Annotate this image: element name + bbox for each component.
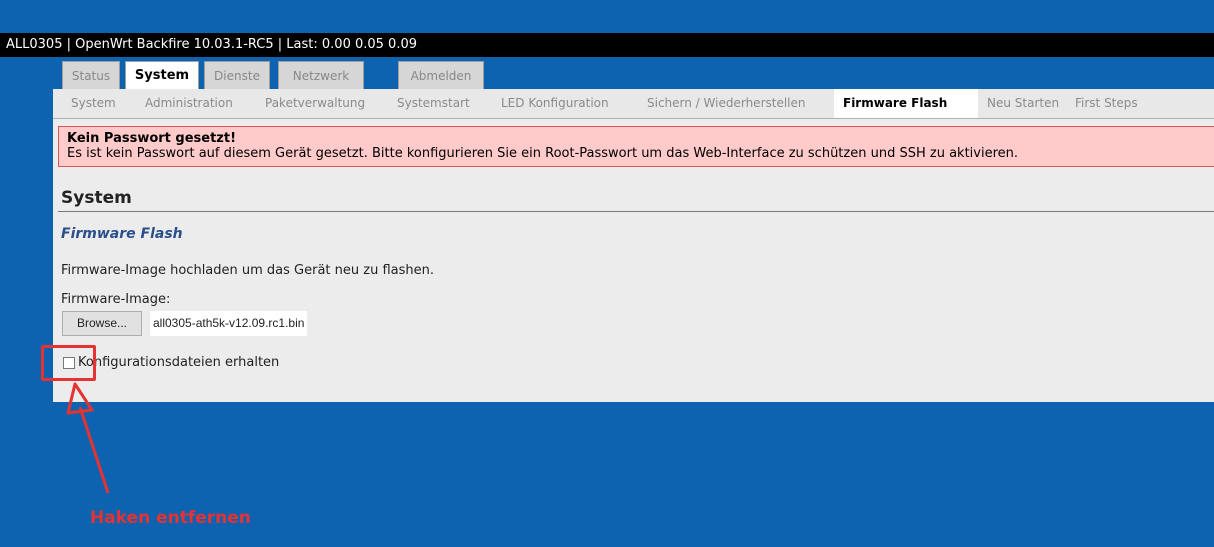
subtab-systemstart[interactable]: Systemstart [397, 89, 470, 118]
password-warning: Kein Passwort gesetzt! Es ist kein Passw… [58, 126, 1214, 167]
tab-netzwerk[interactable]: Netzwerk [278, 61, 364, 89]
content-panel: Kein Passwort gesetzt! Es ist kein Passw… [53, 119, 1214, 402]
firmware-image-label: Firmware-Image: [61, 292, 171, 307]
section-subtitle: Firmware Flash [61, 226, 183, 242]
subtab-neu-starten[interactable]: Neu Starten [987, 89, 1059, 118]
tab-system[interactable]: System [125, 61, 199, 89]
subtab-administration[interactable]: Administration [145, 89, 233, 118]
page-title: System [61, 188, 132, 208]
section-description: Firmware-Image hochladen um das Gerät ne… [61, 263, 435, 278]
subtab-led-konfiguration[interactable]: LED Konfiguration [501, 89, 609, 118]
tab-abmelden[interactable]: Abmelden [398, 61, 484, 89]
section-divider [58, 211, 1214, 212]
sub-tab-bar: System Administration Paketverwaltung Sy… [53, 89, 1214, 119]
subtab-firmware-flash[interactable]: Firmware Flash [834, 89, 978, 118]
window-title-bar: ALL0305 | OpenWrt Backfire 10.03.1-RC5 |… [0, 33, 1214, 57]
subtab-paketverwaltung[interactable]: Paketverwaltung [265, 89, 365, 118]
subtab-sichern-wiederherstellen[interactable]: Sichern / Wiederherstellen [647, 89, 806, 118]
subtab-system[interactable]: System [71, 89, 116, 118]
annotation-highlight-box [41, 345, 96, 381]
annotation-arrow-icon [66, 382, 110, 494]
tab-dienste[interactable]: Dienste [204, 61, 270, 89]
subtab-first-steps[interactable]: First Steps [1075, 89, 1138, 118]
warning-body: Es ist kein Passwort auf diesem Gerät ge… [67, 146, 1019, 161]
annotation-text: Haken entfernen [90, 508, 251, 528]
keep-config-label[interactable]: Konfigurationsdateien erhalten [78, 355, 279, 370]
browse-button[interactable]: Browse... [62, 311, 142, 336]
tab-status[interactable]: Status [62, 61, 120, 89]
warning-title: Kein Passwort gesetzt! [67, 131, 237, 146]
selected-file-name: all0305-ath5k-v12.09.rc1.bin [150, 311, 308, 336]
